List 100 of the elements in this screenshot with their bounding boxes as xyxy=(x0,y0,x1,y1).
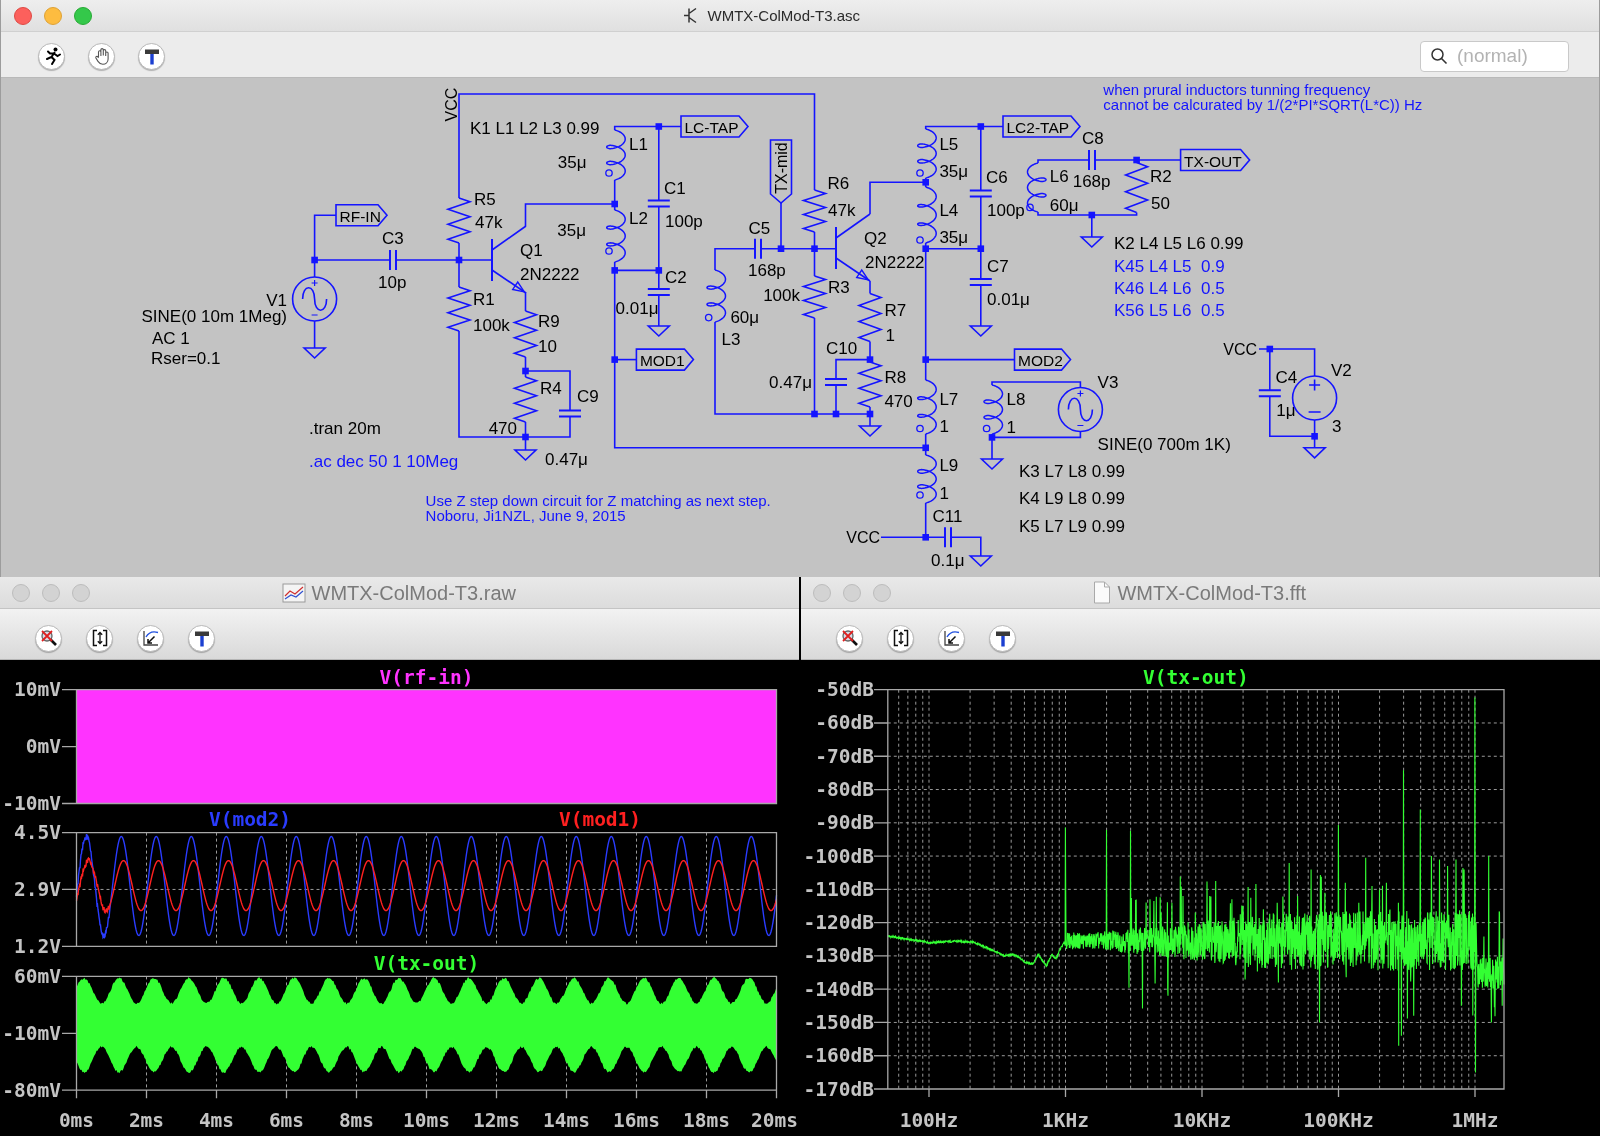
component-label: R3 xyxy=(828,278,850,298)
component-value: 3 xyxy=(1332,417,1342,437)
component-value: 168p xyxy=(748,260,786,280)
schematic-comment: K46 L4 L6 0.5 xyxy=(1114,278,1225,298)
ground-icon xyxy=(857,425,883,438)
component-label: R9 xyxy=(538,312,560,331)
net-label: VCC xyxy=(443,87,460,122)
junction-icon xyxy=(522,433,529,441)
zoom-cancel-button[interactable] xyxy=(836,624,863,652)
junction-icon xyxy=(611,356,618,363)
zoom-back-button[interactable] xyxy=(938,624,965,652)
tick-label: 16ms xyxy=(613,1109,660,1133)
tick-label: 100Hz xyxy=(899,1109,959,1133)
component-label: Q2 xyxy=(864,228,887,248)
component-value: 10 xyxy=(538,336,557,356)
tick-label: 18ms xyxy=(683,1109,730,1133)
component-label: C8 xyxy=(1082,129,1104,148)
settings-button[interactable] xyxy=(989,624,1016,652)
magnifier-cross-icon xyxy=(839,628,860,648)
junction-icon xyxy=(311,256,318,264)
junction-icon xyxy=(922,356,929,363)
capacitor-symbol xyxy=(646,288,671,296)
tick-label: 1KHz xyxy=(1042,1109,1089,1133)
window-title: WMTX-ColMod-T3.raw xyxy=(311,580,516,605)
ground-icon xyxy=(979,458,1005,471)
tick-label: 10mV xyxy=(14,678,61,702)
junction-icon xyxy=(655,123,663,130)
schematic-comment: K45 L4 L5 0.9 xyxy=(1114,256,1225,276)
component-value: Rser=0.1 xyxy=(151,349,221,368)
component-value: 47k xyxy=(828,200,856,220)
tick-label: -60dB xyxy=(815,711,874,735)
component-label: L3 xyxy=(721,329,741,349)
tick-label: 14ms xyxy=(543,1109,590,1133)
zoom-back-button[interactable] xyxy=(137,624,164,652)
window-title: WMTX-ColMod-T3.fft xyxy=(1117,580,1306,605)
settings-button[interactable] xyxy=(138,42,165,70)
tick-label: 100KHz xyxy=(1303,1109,1374,1133)
component-value: 0.01μ xyxy=(987,289,1030,309)
net-flag: LC2-TAP xyxy=(1002,115,1082,138)
component-label: V2 xyxy=(1331,361,1352,380)
capacitor-symbol xyxy=(968,189,993,198)
component-label: R7 xyxy=(884,300,907,320)
junction-icon xyxy=(1266,345,1274,353)
net-label: VCC xyxy=(1223,340,1257,358)
spice-directive: K1 L1 L2 L3 0.99 xyxy=(470,118,600,137)
capacitor-symbol xyxy=(646,199,671,208)
run-button[interactable] xyxy=(38,42,65,70)
component-label: L8 xyxy=(1006,390,1026,410)
component-label: C6 xyxy=(986,167,1008,187)
component-value: SINE(0 700m 1K) xyxy=(1097,434,1231,454)
tick-label: -50dB xyxy=(815,678,874,702)
net-flag: RF-IN xyxy=(335,204,389,227)
chart-icon xyxy=(281,581,306,604)
junction-icon xyxy=(811,410,818,418)
autorange-button[interactable] xyxy=(86,624,113,652)
trace-label: V(mod1) xyxy=(558,808,642,832)
tick-label: 20ms xyxy=(751,1109,798,1133)
component-value: 60μ xyxy=(1049,196,1079,215)
component-value: 60μ xyxy=(730,308,760,328)
net-label: VCC xyxy=(846,528,880,546)
tick-label: -150dB xyxy=(803,1010,874,1034)
junction-icon xyxy=(522,367,529,375)
inductor-symbol xyxy=(605,209,626,263)
tick-label: 0mV xyxy=(25,735,61,759)
component-label: C4 xyxy=(1275,367,1298,387)
chart-arrow-icon xyxy=(941,628,962,648)
wire xyxy=(1037,159,1090,164)
close-button[interactable] xyxy=(13,6,32,25)
component-value: 470 xyxy=(884,391,913,411)
component-value: 168p xyxy=(1072,172,1111,192)
autorange-button[interactable] xyxy=(887,624,914,652)
junction-icon xyxy=(866,410,874,418)
tick-label: -70dB xyxy=(815,744,874,768)
tick-label: 12ms xyxy=(473,1109,520,1133)
tick-label: 2ms xyxy=(128,1109,165,1133)
schematic-comment: when prural inductors tunning frequency cannot be calcurated by 1/(2*PI*SQRT(L*C)) Hz xyxy=(1103,80,1423,113)
inductor-symbol xyxy=(704,269,727,323)
tick-label: -110dB xyxy=(803,877,874,901)
capacitor-symbol xyxy=(754,237,762,260)
ground-icon xyxy=(968,555,994,568)
tick-label: 0ms xyxy=(58,1109,95,1133)
tick-label: -80dB xyxy=(815,778,874,802)
zoom-cancel-button[interactable] xyxy=(35,624,62,652)
trace-label: V(rf-in) xyxy=(379,665,474,689)
component-value: 47k xyxy=(475,212,503,232)
component-label: R6 xyxy=(827,173,850,193)
component-value: 10p xyxy=(378,272,407,292)
search-field[interactable]: (normal) xyxy=(1420,40,1569,72)
component-value: 0.01μ xyxy=(615,298,659,318)
junction-icon xyxy=(611,267,618,274)
junction-icon xyxy=(988,434,996,441)
junction-icon xyxy=(455,256,463,264)
component-value: 1 xyxy=(885,325,895,345)
trace-label: V(tx-out) xyxy=(1143,665,1249,689)
tick-label: 1.2V xyxy=(14,934,61,958)
settings-button[interactable] xyxy=(188,624,215,652)
component-value: 1 xyxy=(939,483,949,503)
tick-label: -10mV xyxy=(2,1021,61,1045)
pan-button[interactable] xyxy=(88,42,115,70)
junction-icon xyxy=(1133,156,1140,164)
